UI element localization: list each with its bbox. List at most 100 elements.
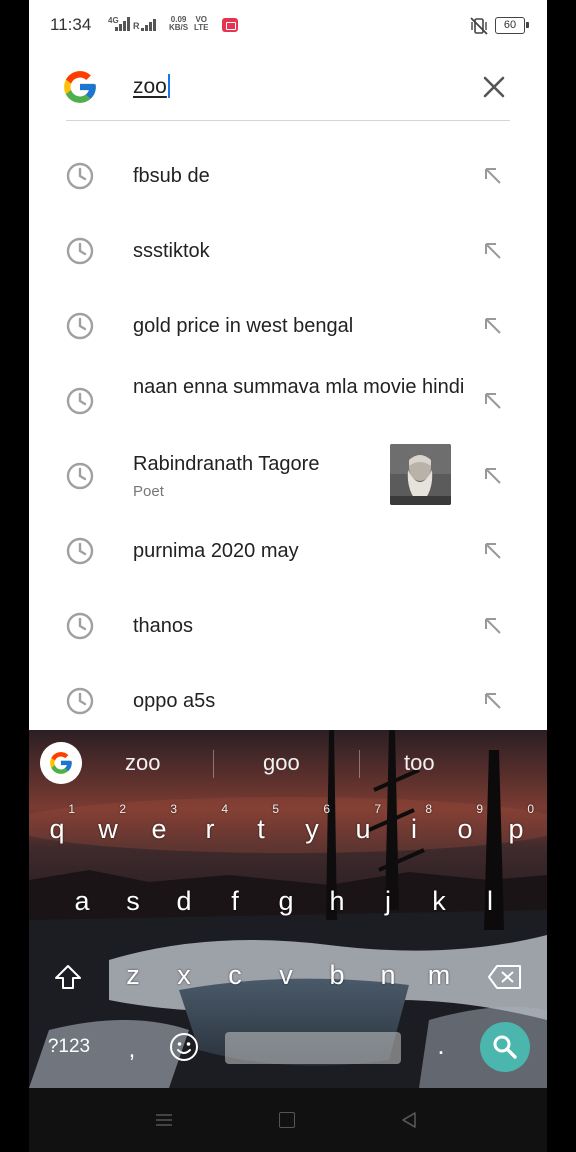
key-label: l	[487, 886, 493, 916]
vibrate-mute-icon	[470, 17, 488, 35]
suggestion-item[interactable]: oppo a5s	[29, 663, 547, 738]
key-u[interactable]: u7	[339, 800, 387, 860]
search-divider	[66, 120, 510, 121]
suggestion-text: oppo a5s	[133, 690, 216, 712]
fill-query-arrow-icon[interactable]	[481, 689, 505, 713]
key-t[interactable]: t5	[237, 800, 285, 860]
keyboard: zoo goo too q1 w2 e3 r4 t5 y6 u7 i8 o9 p…	[29, 730, 547, 1088]
google-logo-icon	[64, 71, 96, 103]
key-k[interactable]: k	[415, 872, 463, 932]
fill-query-arrow-icon[interactable]	[481, 539, 505, 563]
key-label: q	[49, 814, 65, 844]
suggestion-text: ssstiktok	[133, 240, 210, 262]
back-icon[interactable]	[399, 1110, 419, 1130]
history-clock-icon	[66, 687, 94, 715]
fill-query-arrow-icon[interactable]	[481, 464, 505, 488]
status-time: 11:34	[50, 15, 92, 34]
key-o[interactable]: o9	[441, 800, 489, 860]
word-suggestion-2[interactable]: goo	[263, 750, 300, 776]
key-a[interactable]: a	[58, 872, 106, 932]
google-keyboard-button-icon[interactable]	[40, 742, 82, 784]
backspace-icon[interactable]	[487, 964, 523, 990]
key-hint: 6	[323, 802, 330, 816]
key-label: v	[279, 960, 293, 990]
fill-query-arrow-icon[interactable]	[481, 239, 505, 263]
suggestion-separator	[213, 750, 214, 778]
key-m[interactable]: m	[415, 946, 463, 1006]
signal-strength-2-icon	[141, 19, 156, 31]
suggestion-text: purnima 2020 may	[133, 540, 299, 562]
fill-query-arrow-icon[interactable]	[481, 389, 505, 413]
key-label: j	[385, 886, 391, 916]
shift-icon[interactable]	[53, 962, 83, 992]
battery-indicator: 60	[495, 17, 529, 34]
key-v[interactable]: v	[262, 946, 310, 1006]
key-label: n	[380, 960, 396, 990]
key-f[interactable]: f	[211, 872, 259, 932]
suggestion-item[interactable]: fbsub de	[29, 138, 547, 213]
history-clock-icon	[66, 237, 94, 265]
word-suggestion-3[interactable]: too	[404, 750, 435, 776]
comma-key[interactable]: ,	[125, 1036, 139, 1064]
key-label: o	[457, 814, 473, 844]
suggestion-item[interactable]: ssstiktok	[29, 213, 547, 288]
search-key[interactable]	[480, 1022, 530, 1072]
key-l[interactable]: l	[466, 872, 514, 932]
suggestion-text: Rabindranath Tagore	[133, 453, 320, 475]
roaming-label: R	[133, 21, 140, 31]
key-p[interactable]: p0	[492, 800, 540, 860]
close-icon[interactable]	[477, 70, 511, 104]
suggestion-subtitle: Poet	[133, 483, 164, 500]
fill-query-arrow-icon[interactable]	[481, 164, 505, 188]
key-label: k	[432, 886, 446, 916]
key-x[interactable]: x	[160, 946, 208, 1006]
entity-thumbnail-image	[390, 444, 451, 505]
key-z[interactable]: z	[109, 946, 157, 1006]
space-key[interactable]	[225, 1032, 401, 1064]
key-y[interactable]: y6	[288, 800, 336, 860]
key-n[interactable]: n	[364, 946, 412, 1006]
key-s[interactable]: s	[109, 872, 157, 932]
network-speed-unit: KB/S	[169, 23, 189, 32]
key-c[interactable]: c	[211, 946, 259, 1006]
suggestion-text: naan enna summava mla movie hindi	[133, 376, 465, 398]
search-input[interactable]: zoo	[133, 74, 170, 99]
key-hint: 8	[425, 802, 432, 816]
key-r[interactable]: r4	[186, 800, 234, 860]
recent-apps-icon[interactable]	[154, 1112, 174, 1128]
key-h[interactable]: h	[313, 872, 361, 932]
suggestion-item-entity[interactable]: Rabindranath Tagore Poet	[29, 438, 547, 513]
key-label: t	[257, 814, 265, 844]
key-hint: 4	[221, 802, 228, 816]
key-b[interactable]: b	[313, 946, 361, 1006]
emoji-icon[interactable]	[169, 1032, 199, 1062]
key-i[interactable]: i8	[390, 800, 438, 860]
network-speed: 0.09 KB/S	[169, 16, 188, 32]
key-label: z	[126, 960, 140, 990]
word-suggestion-1[interactable]: zoo	[125, 750, 160, 776]
suggestion-separator	[359, 750, 360, 778]
key-hint: 1	[68, 802, 75, 816]
key-hint: 0	[527, 802, 534, 816]
symbols-key[interactable]: ?123	[43, 1036, 95, 1058]
suggestion-item[interactable]: gold price in west bengal	[29, 288, 547, 363]
key-hint: 9	[476, 802, 483, 816]
suggestion-item[interactable]: thanos	[29, 588, 547, 663]
key-hint: 5	[272, 802, 279, 816]
suggestion-item[interactable]: naan enna summava mla movie hindi	[29, 363, 547, 438]
key-hint: 2	[119, 802, 126, 816]
key-g[interactable]: g	[262, 872, 310, 932]
home-icon[interactable]	[279, 1112, 295, 1128]
key-label: f	[231, 886, 239, 916]
key-e[interactable]: e3	[135, 800, 183, 860]
key-j[interactable]: j	[364, 872, 412, 932]
status-bar: 11:34 4G R 0.09 KB/S VO LTE 60	[29, 0, 547, 52]
period-key[interactable]: .	[431, 1030, 451, 1061]
key-d[interactable]: d	[160, 872, 208, 932]
suggestion-text: thanos	[133, 615, 194, 637]
key-q[interactable]: q1	[33, 800, 81, 860]
key-w[interactable]: w2	[84, 800, 132, 860]
suggestion-item[interactable]: purnima 2020 may	[29, 513, 547, 588]
fill-query-arrow-icon[interactable]	[481, 314, 505, 338]
fill-query-arrow-icon[interactable]	[481, 614, 505, 638]
